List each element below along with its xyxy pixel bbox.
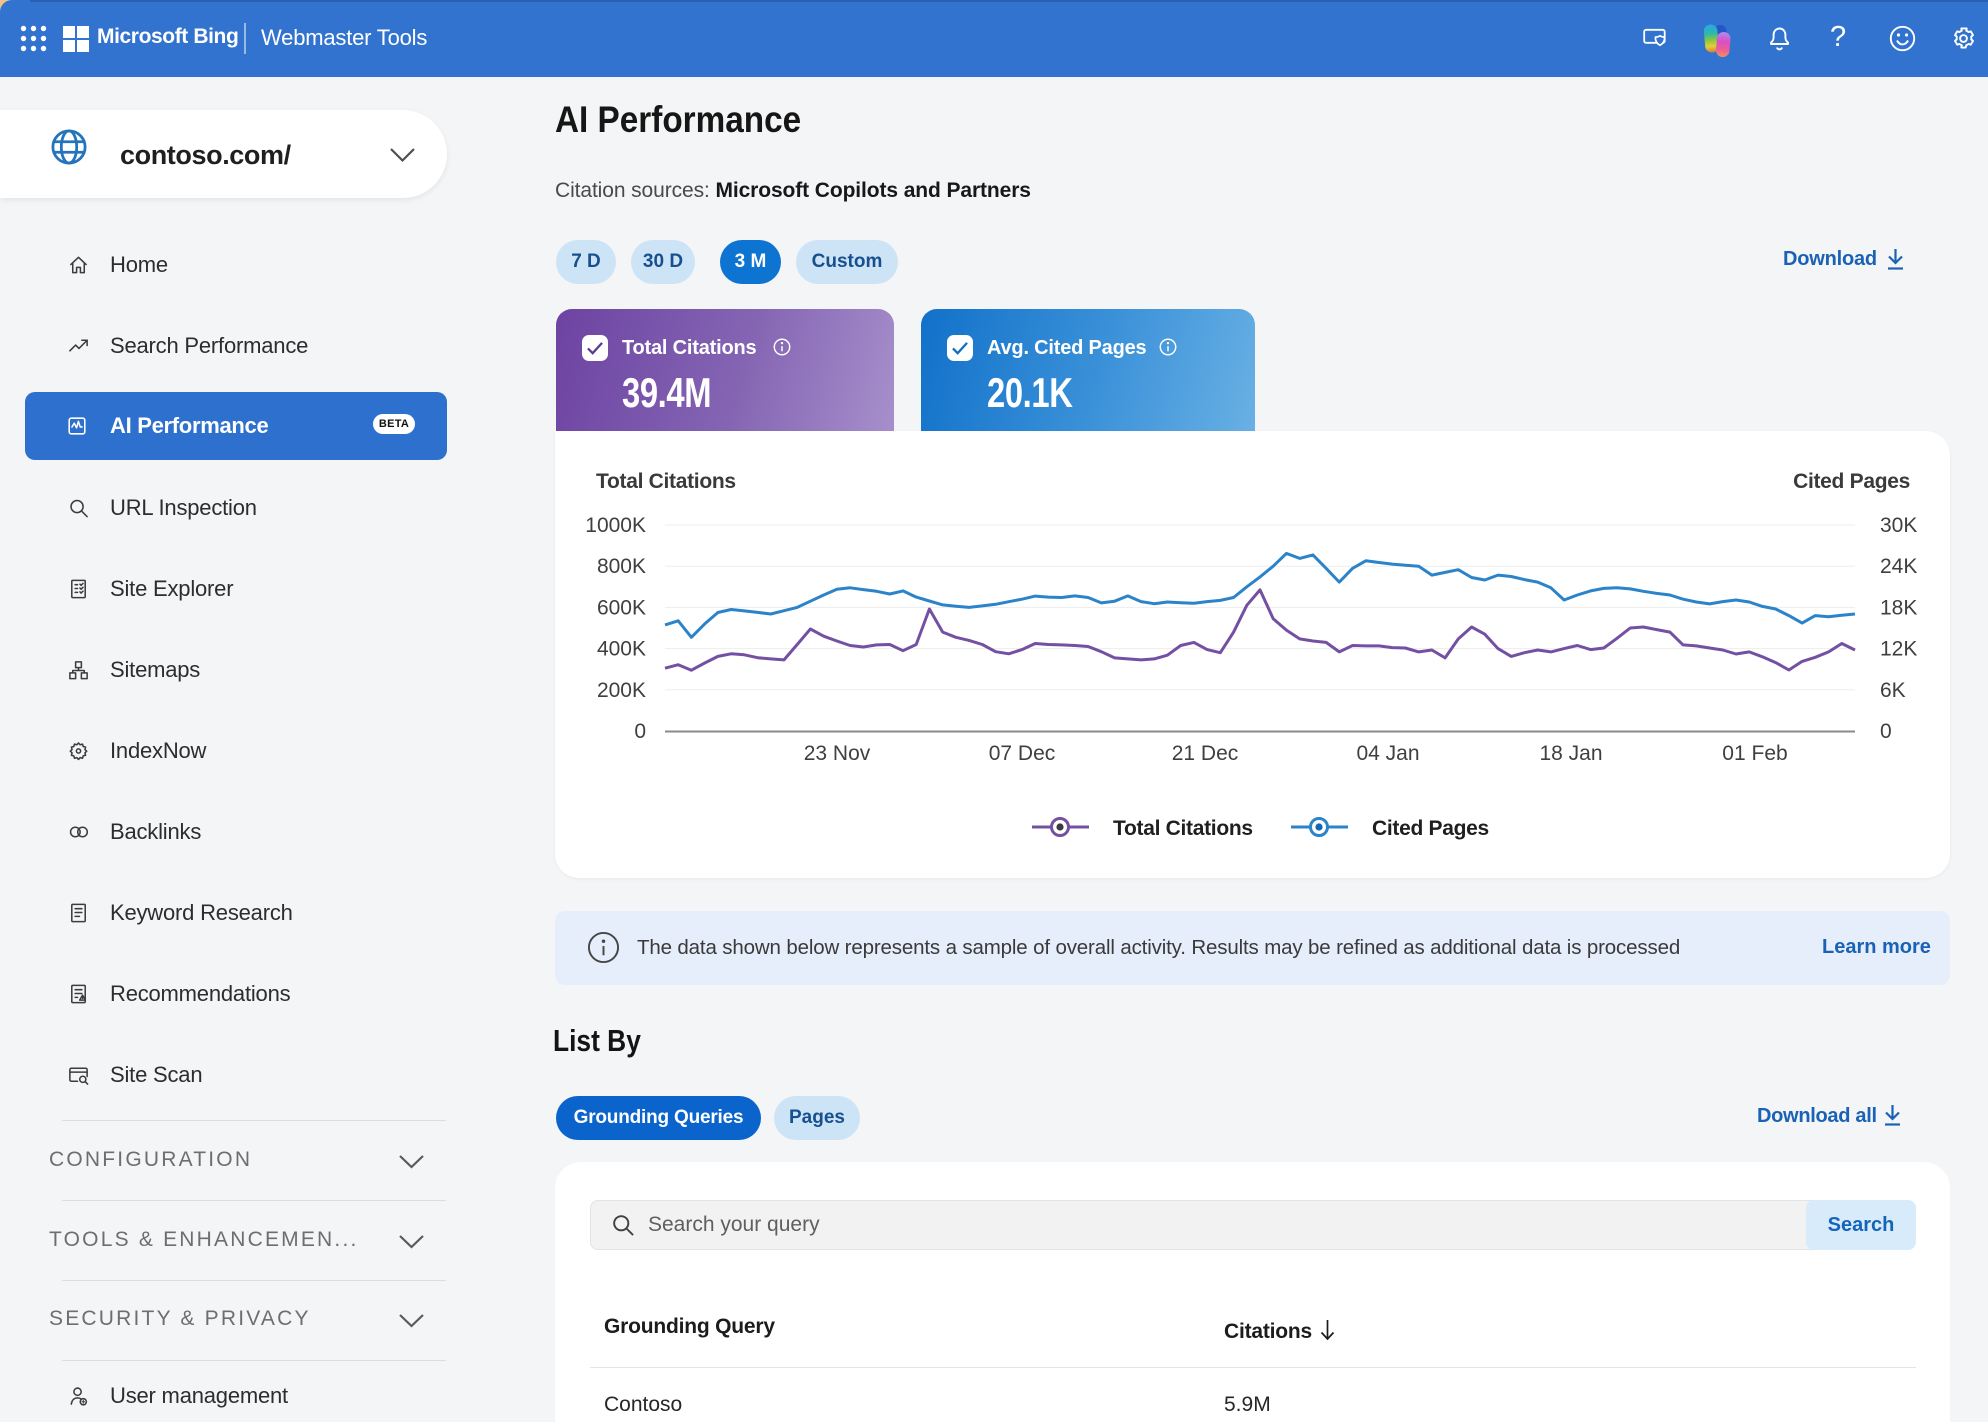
svg-text:07 Dec: 07 Dec	[989, 742, 1056, 765]
svg-text:400K: 400K	[597, 638, 646, 661]
svg-text:24K: 24K	[1880, 555, 1917, 578]
svg-text:04 Jan: 04 Jan	[1356, 742, 1419, 765]
svg-text:23 Nov: 23 Nov	[804, 742, 871, 765]
svg-text:12K: 12K	[1880, 638, 1917, 661]
svg-text:Cited Pages: Cited Pages	[1372, 817, 1489, 840]
svg-text:600K: 600K	[597, 596, 646, 619]
svg-text:30K: 30K	[1880, 514, 1917, 537]
svg-text:0: 0	[634, 720, 646, 743]
svg-text:18 Jan: 18 Jan	[1539, 742, 1602, 765]
svg-text:200K: 200K	[597, 679, 646, 702]
svg-text:0: 0	[1880, 720, 1892, 743]
svg-text:800K: 800K	[597, 555, 646, 578]
svg-text:01 Feb: 01 Feb	[1722, 742, 1787, 765]
svg-text:21 Dec: 21 Dec	[1172, 742, 1239, 765]
svg-text:1000K: 1000K	[585, 514, 646, 537]
svg-text:18K: 18K	[1880, 596, 1917, 619]
svg-text:6K: 6K	[1880, 679, 1906, 702]
svg-text:Total Citations: Total Citations	[1113, 817, 1253, 840]
